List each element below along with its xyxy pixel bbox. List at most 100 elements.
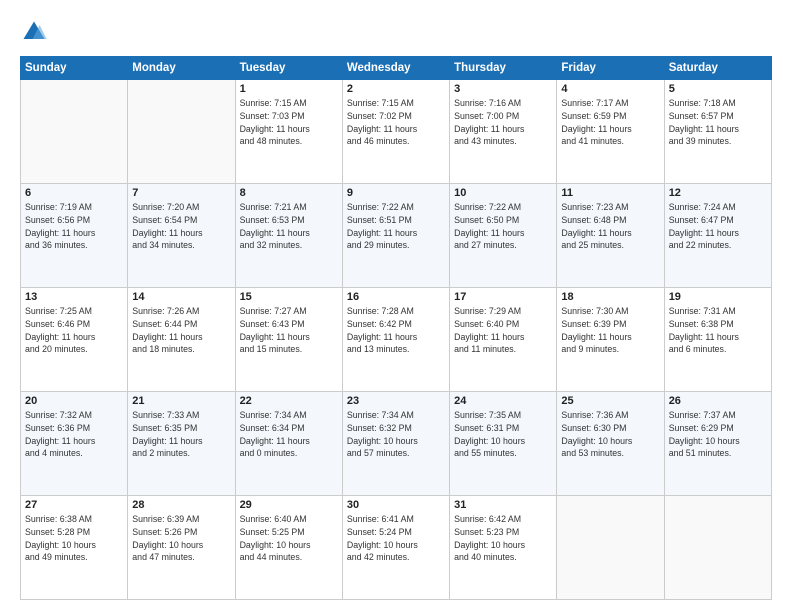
- day-number: 7: [132, 187, 230, 199]
- day-number: 31: [454, 499, 552, 511]
- calendar-week-row: 27 Sunrise: 6:38 AM Sunset: 5:28 PM Dayli…: [21, 496, 772, 600]
- calendar-week-row: 1 Sunrise: 7:15 AM Sunset: 7:03 PM Daylig…: [21, 80, 772, 184]
- day-info: Sunrise: 7:32 AM Sunset: 6:36 PM Dayligh…: [25, 409, 123, 460]
- calendar-cell: 27 Sunrise: 6:38 AM Sunset: 5:28 PM Dayli…: [21, 496, 128, 600]
- day-info: Sunrise: 7:15 AM Sunset: 7:03 PM Dayligh…: [240, 97, 338, 148]
- day-info: Sunrise: 7:36 AM Sunset: 6:30 PM Dayligh…: [561, 409, 659, 460]
- day-info: Sunrise: 7:28 AM Sunset: 6:42 PM Dayligh…: [347, 305, 445, 356]
- page: SundayMondayTuesdayWednesdayThursdayFrid…: [0, 0, 792, 612]
- day-info: Sunrise: 7:29 AM Sunset: 6:40 PM Dayligh…: [454, 305, 552, 356]
- calendar-table: SundayMondayTuesdayWednesdayThursdayFrid…: [20, 56, 772, 600]
- calendar-cell: 9 Sunrise: 7:22 AM Sunset: 6:51 PM Daylig…: [342, 184, 449, 288]
- day-info: Sunrise: 7:27 AM Sunset: 6:43 PM Dayligh…: [240, 305, 338, 356]
- day-number: 6: [25, 187, 123, 199]
- day-number: 23: [347, 395, 445, 407]
- day-number: 10: [454, 187, 552, 199]
- calendar-cell: 13Sunrise: 7:25 AM Sunset: 6:46 PM Dayli…: [21, 288, 128, 392]
- calendar-cell: 26 Sunrise: 7:37 AM Sunset: 6:29 PM Dayli…: [664, 392, 771, 496]
- calendar-week-row: 6 Sunrise: 7:19 AM Sunset: 6:56 PM Daylig…: [21, 184, 772, 288]
- day-info: Sunrise: 6:40 AM Sunset: 5:25 PM Dayligh…: [240, 513, 338, 564]
- day-info: Sunrise: 7:31 AM Sunset: 6:38 PM Dayligh…: [669, 305, 767, 356]
- weekday-header-tuesday: Tuesday: [235, 57, 342, 80]
- day-number: 1: [240, 83, 338, 95]
- day-info: Sunrise: 7:30 AM Sunset: 6:39 PM Dayligh…: [561, 305, 659, 356]
- day-info: Sunrise: 7:18 AM Sunset: 6:57 PM Dayligh…: [669, 97, 767, 148]
- day-number: 5: [669, 83, 767, 95]
- day-number: 18: [561, 291, 659, 303]
- calendar-cell: 4 Sunrise: 7:17 AM Sunset: 6:59 PM Daylig…: [557, 80, 664, 184]
- day-info: Sunrise: 7:37 AM Sunset: 6:29 PM Dayligh…: [669, 409, 767, 460]
- calendar-cell: 14 Sunrise: 7:26 AM Sunset: 6:44 PM Dayli…: [128, 288, 235, 392]
- day-number: 17: [454, 291, 552, 303]
- calendar-cell: 20 Sunrise: 7:32 AM Sunset: 6:36 PM Dayli…: [21, 392, 128, 496]
- day-number: 27: [25, 499, 123, 511]
- calendar-cell: 15 Sunrise: 7:27 AM Sunset: 6:43 PM Dayli…: [235, 288, 342, 392]
- day-info: Sunrise: 7:34 AM Sunset: 6:32 PM Dayligh…: [347, 409, 445, 460]
- calendar-cell: 17 Sunrise: 7:29 AM Sunset: 6:40 PM Dayli…: [450, 288, 557, 392]
- calendar-cell: 16 Sunrise: 7:28 AM Sunset: 6:42 PM Dayli…: [342, 288, 449, 392]
- day-number: 19: [669, 291, 767, 303]
- calendar-cell: 18 Sunrise: 7:30 AM Sunset: 6:39 PM Dayli…: [557, 288, 664, 392]
- day-number: 2: [347, 83, 445, 95]
- day-number: 29: [240, 499, 338, 511]
- day-number: 14: [132, 291, 230, 303]
- day-info: Sunrise: 7:20 AM Sunset: 6:54 PM Dayligh…: [132, 201, 230, 252]
- day-number: 9: [347, 187, 445, 199]
- calendar-cell: 28Sunrise: 6:39 AM Sunset: 5:26 PM Dayli…: [128, 496, 235, 600]
- logo: [20, 18, 50, 46]
- day-info: Sunrise: 7:35 AM Sunset: 6:31 PM Dayligh…: [454, 409, 552, 460]
- weekday-header-saturday: Saturday: [664, 57, 771, 80]
- calendar-cell: 8 Sunrise: 7:21 AM Sunset: 6:53 PM Daylig…: [235, 184, 342, 288]
- day-info: Sunrise: 7:25 AM Sunset: 6:46 PM Dayligh…: [25, 305, 123, 356]
- weekday-header-wednesday: Wednesday: [342, 57, 449, 80]
- day-info: Sunrise: 7:33 AM Sunset: 6:35 PM Dayligh…: [132, 409, 230, 460]
- day-number: 4: [561, 83, 659, 95]
- weekday-header-thursday: Thursday: [450, 57, 557, 80]
- day-number: 22: [240, 395, 338, 407]
- day-info: Sunrise: 7:15 AM Sunset: 7:02 PM Dayligh…: [347, 97, 445, 148]
- day-info: Sunrise: 6:42 AM Sunset: 5:23 PM Dayligh…: [454, 513, 552, 564]
- day-info: Sunrise: 6:39 AM Sunset: 5:26 PM Dayligh…: [132, 513, 230, 564]
- weekday-header-friday: Friday: [557, 57, 664, 80]
- day-number: 12: [669, 187, 767, 199]
- calendar-cell: [664, 496, 771, 600]
- calendar-week-row: 13Sunrise: 7:25 AM Sunset: 6:46 PM Dayli…: [21, 288, 772, 392]
- calendar-cell: 6 Sunrise: 7:19 AM Sunset: 6:56 PM Daylig…: [21, 184, 128, 288]
- day-info: Sunrise: 6:38 AM Sunset: 5:28 PM Dayligh…: [25, 513, 123, 564]
- calendar-cell: 23 Sunrise: 7:34 AM Sunset: 6:32 PM Dayli…: [342, 392, 449, 496]
- day-info: Sunrise: 7:22 AM Sunset: 6:50 PM Dayligh…: [454, 201, 552, 252]
- day-info: Sunrise: 7:23 AM Sunset: 6:48 PM Dayligh…: [561, 201, 659, 252]
- calendar-week-row: 20 Sunrise: 7:32 AM Sunset: 6:36 PM Dayli…: [21, 392, 772, 496]
- calendar-cell: 7 Sunrise: 7:20 AM Sunset: 6:54 PM Daylig…: [128, 184, 235, 288]
- calendar-cell: 29 Sunrise: 6:40 AM Sunset: 5:25 PM Dayli…: [235, 496, 342, 600]
- day-info: Sunrise: 7:17 AM Sunset: 6:59 PM Dayligh…: [561, 97, 659, 148]
- day-info: Sunrise: 6:41 AM Sunset: 5:24 PM Dayligh…: [347, 513, 445, 564]
- day-number: 16: [347, 291, 445, 303]
- logo-icon: [20, 18, 48, 46]
- calendar-cell: 5 Sunrise: 7:18 AM Sunset: 6:57 PM Daylig…: [664, 80, 771, 184]
- day-number: 30: [347, 499, 445, 511]
- weekday-header-row: SundayMondayTuesdayWednesdayThursdayFrid…: [21, 57, 772, 80]
- day-info: Sunrise: 7:16 AM Sunset: 7:00 PM Dayligh…: [454, 97, 552, 148]
- day-info: Sunrise: 7:22 AM Sunset: 6:51 PM Dayligh…: [347, 201, 445, 252]
- weekday-header-sunday: Sunday: [21, 57, 128, 80]
- day-info: Sunrise: 7:26 AM Sunset: 6:44 PM Dayligh…: [132, 305, 230, 356]
- day-number: 26: [669, 395, 767, 407]
- day-info: Sunrise: 7:19 AM Sunset: 6:56 PM Dayligh…: [25, 201, 123, 252]
- day-number: 25: [561, 395, 659, 407]
- calendar-cell: 10 Sunrise: 7:22 AM Sunset: 6:50 PM Dayli…: [450, 184, 557, 288]
- weekday-header-monday: Monday: [128, 57, 235, 80]
- day-number: 15: [240, 291, 338, 303]
- calendar-cell: 3Sunrise: 7:16 AM Sunset: 7:00 PM Daylig…: [450, 80, 557, 184]
- calendar-cell: 2 Sunrise: 7:15 AM Sunset: 7:02 PM Daylig…: [342, 80, 449, 184]
- day-number: 21: [132, 395, 230, 407]
- calendar-cell: 31 Sunrise: 6:42 AM Sunset: 5:23 PM Dayli…: [450, 496, 557, 600]
- day-number: 8: [240, 187, 338, 199]
- day-number: 20: [25, 395, 123, 407]
- calendar-cell: [557, 496, 664, 600]
- calendar-cell: 22Sunrise: 7:34 AM Sunset: 6:34 PM Dayli…: [235, 392, 342, 496]
- calendar-cell: 12Sunrise: 7:24 AM Sunset: 6:47 PM Dayli…: [664, 184, 771, 288]
- day-number: 24: [454, 395, 552, 407]
- day-info: Sunrise: 7:21 AM Sunset: 6:53 PM Dayligh…: [240, 201, 338, 252]
- calendar-cell: 19 Sunrise: 7:31 AM Sunset: 6:38 PM Dayli…: [664, 288, 771, 392]
